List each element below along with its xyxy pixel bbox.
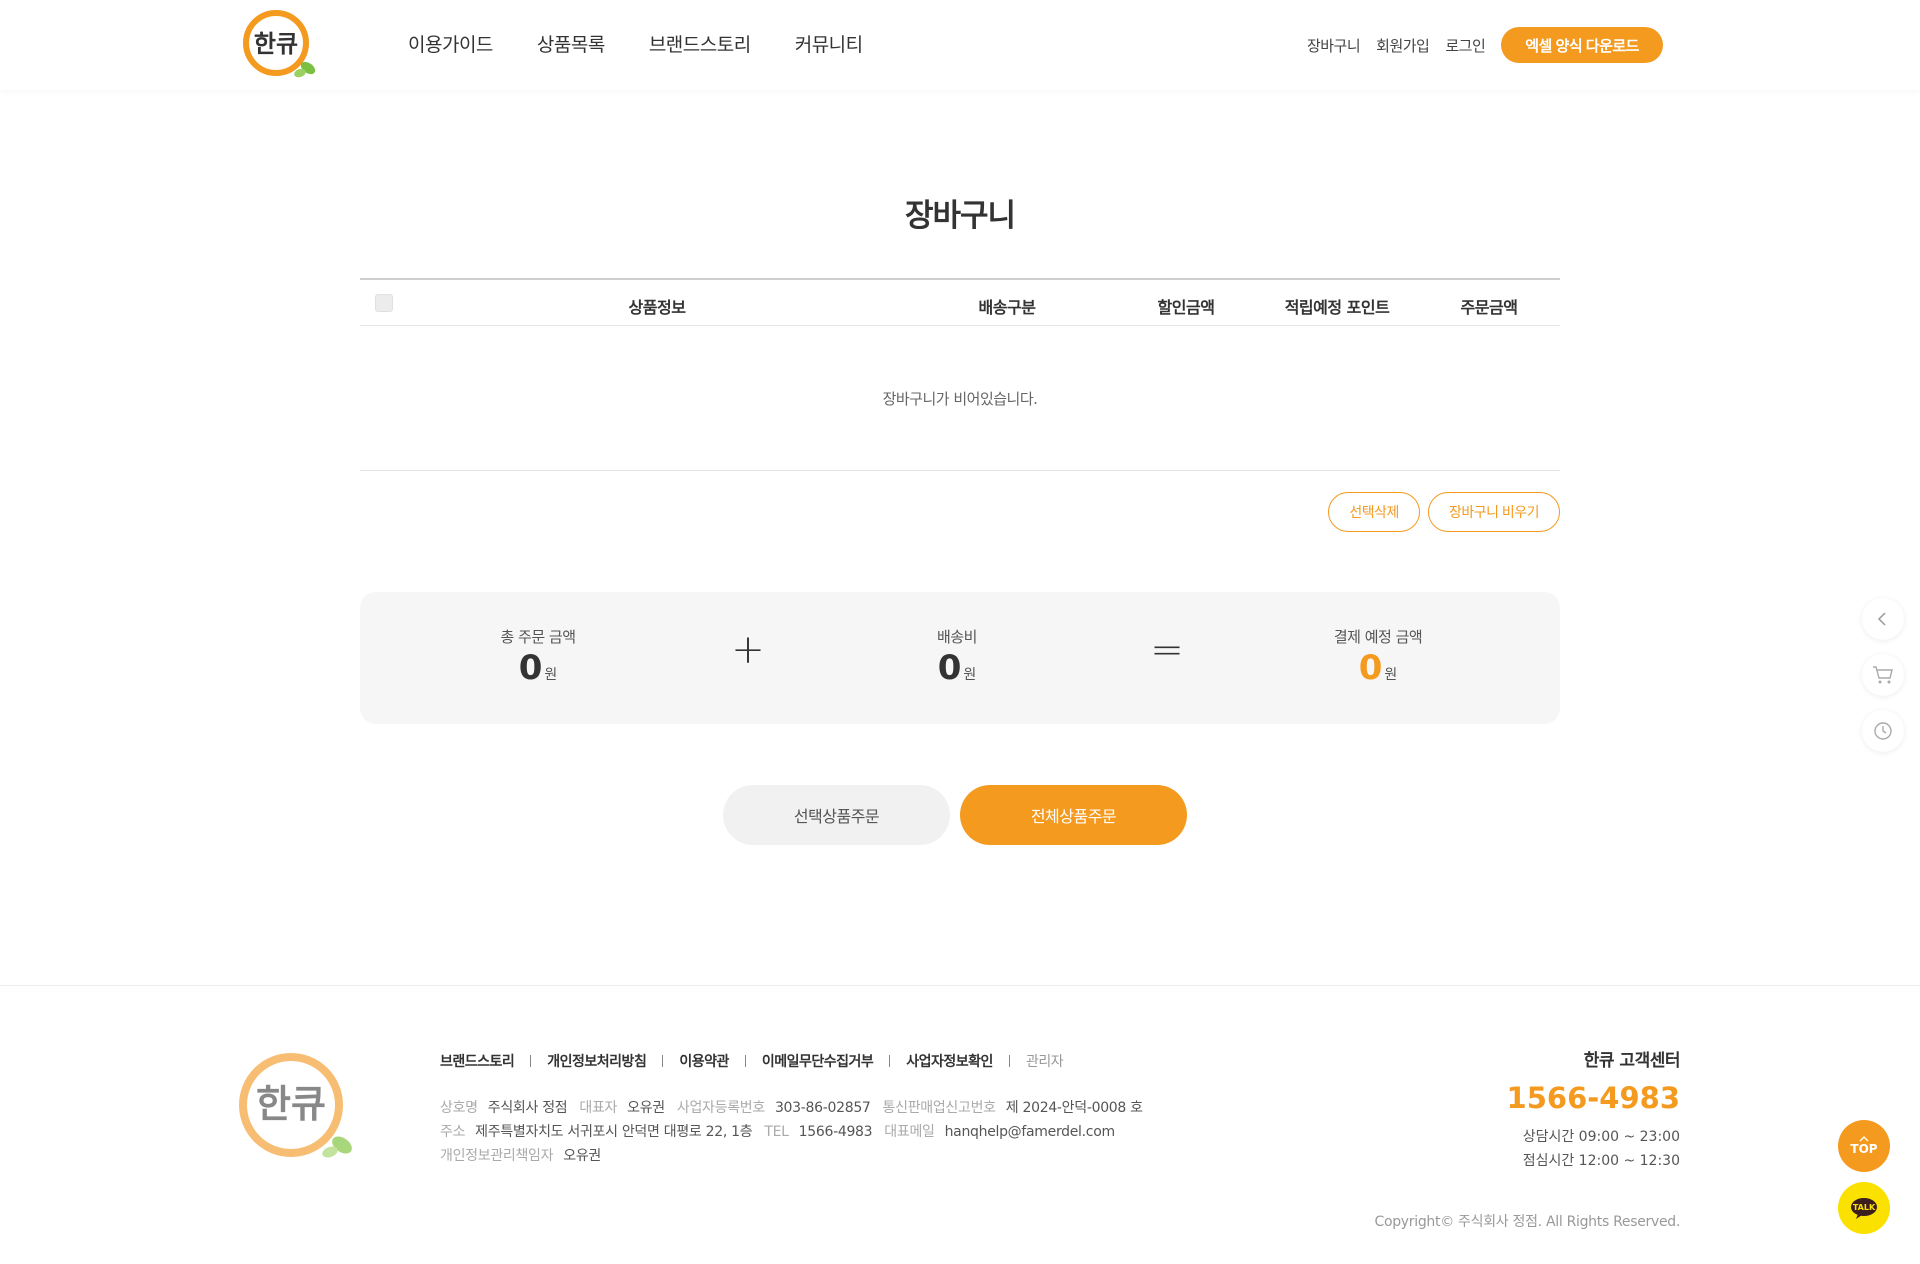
cs-phone: 1566-4983 bbox=[1506, 1081, 1680, 1115]
util-cart-link[interactable]: 장바구니 bbox=[1307, 35, 1361, 56]
summary-shipping-unit: 원 bbox=[963, 667, 977, 683]
chevron-left-icon[interactable] bbox=[1862, 598, 1904, 640]
divider bbox=[530, 1055, 532, 1067]
cs-lunch: 점심시간 12:00 ~ 12:30 bbox=[1522, 1153, 1680, 1169]
summary-payment-label: 결제 예정 금액 bbox=[1333, 628, 1423, 646]
order-buttons: 선택상품주문 전체상품주문 bbox=[723, 785, 1187, 845]
footer-link-brand-story[interactable]: 브랜드스토리 bbox=[440, 1051, 515, 1071]
delete-selected-button[interactable]: 선택삭제 bbox=[1328, 492, 1420, 532]
info-tel: 1566-4983 bbox=[798, 1124, 873, 1140]
svg-text:TALK: TALK bbox=[1853, 1203, 1876, 1212]
info-label: 주소 bbox=[440, 1124, 466, 1140]
summary-shipping-label: 배송비 bbox=[937, 628, 977, 646]
footer-link-terms[interactable]: 이용약관 bbox=[679, 1051, 729, 1071]
util-join-link[interactable]: 회원가입 bbox=[1376, 35, 1430, 56]
excel-download-button[interactable]: 엑셀 양식 다운로드 bbox=[1501, 27, 1663, 63]
info-label: 대표자 bbox=[579, 1100, 618, 1116]
util-login-link[interactable]: 로그인 bbox=[1445, 35, 1485, 56]
cart-icon[interactable] bbox=[1862, 654, 1904, 696]
summary-total-unit: 원 bbox=[544, 667, 558, 683]
divider bbox=[1008, 1055, 1010, 1067]
col-shipping: 배송구분 bbox=[978, 298, 1036, 317]
info-label: 통신판매업신고번호 bbox=[882, 1100, 997, 1116]
info-email: hanqhelp@famerdel.com bbox=[944, 1124, 1115, 1140]
page-title: 장바구니 bbox=[904, 198, 1016, 234]
site-header: 한큐 이용가이드 상품목록 브랜드스토리 커뮤니티 장바구니 회원가입 로그인 … bbox=[0, 0, 1920, 90]
divider bbox=[889, 1055, 891, 1067]
summary-payment-value: 0 bbox=[1358, 648, 1383, 688]
summary-total: 총 주문 금액 0 원 bbox=[500, 626, 576, 688]
info-ceo: 오유권 bbox=[627, 1100, 665, 1116]
col-points: 적립예정 포인트 bbox=[1284, 298, 1390, 317]
summary-shipping: 배송비 0 원 bbox=[937, 626, 977, 685]
cs-hours: 상담시간 09:00 ~ 23:00 bbox=[1522, 1129, 1680, 1145]
plus-sign: + bbox=[731, 627, 765, 673]
empty-cart-button[interactable]: 장바구니 비우기 bbox=[1427, 492, 1560, 532]
col-product-info: 상품정보 bbox=[628, 298, 686, 317]
divider bbox=[744, 1055, 746, 1067]
footer-company-info: 상호명 주식회사 정점 대표자 오유권 사업자등록번호 303-86-02857 통신… bbox=[440, 1096, 1145, 1168]
order-all-button[interactable]: 전체상품주문 bbox=[960, 785, 1187, 845]
history-icon[interactable] bbox=[1862, 710, 1904, 752]
cart-table-header: 상품정보 배송구분 할인금액 적립예정 포인트 주문금액 bbox=[360, 278, 1560, 326]
kakao-talk-icon: TALK bbox=[1851, 1198, 1877, 1219]
scroll-top-label: TOP bbox=[1850, 1142, 1878, 1156]
order-summary: 총 주문 금액 0 원 + 배송비 0 원 = 결제 예정 금액 0 원 bbox=[360, 592, 1560, 724]
summary-payment-unit: 원 bbox=[1384, 667, 1398, 683]
footer-link-admin[interactable]: 관리자 bbox=[1026, 1051, 1064, 1071]
col-discount: 할인금액 bbox=[1157, 298, 1215, 317]
site-footer: 한큐 브랜드스토리 개인정보처리방침 이용약관 이메일무단수집거부 사업자정보확… bbox=[0, 985, 1920, 1264]
info-label: 상호명 bbox=[440, 1100, 478, 1116]
footer-link-privacy[interactable]: 개인정보처리방침 bbox=[547, 1051, 647, 1071]
svg-text:한큐: 한큐 bbox=[254, 30, 298, 58]
cs-title: 한큐 고객센터 bbox=[1583, 1051, 1681, 1071]
divider bbox=[662, 1055, 664, 1067]
scroll-top-button[interactable]: TOP bbox=[1838, 1120, 1890, 1172]
cart-actions: 선택삭제 장바구니 비우기 bbox=[1328, 492, 1560, 532]
quick-menu bbox=[1862, 598, 1904, 752]
info-company: 주식회사 정점 bbox=[487, 1100, 568, 1116]
order-selected-button[interactable]: 선택상품주문 bbox=[723, 785, 950, 845]
footer-link-biz-info[interactable]: 사업자정보확인 bbox=[906, 1051, 993, 1071]
footer-logo: 한큐 bbox=[238, 1051, 360, 1163]
cart-table: 상품정보 배송구분 할인금액 적립예정 포인트 주문금액 장바구니가 비어있습니… bbox=[360, 278, 1560, 471]
info-mailorder: 제 2024-안덕-0008 호 bbox=[1005, 1100, 1143, 1116]
nav-products[interactable]: 상품목록 bbox=[537, 30, 605, 57]
info-label: TEL bbox=[764, 1124, 789, 1140]
main-nav: 이용가이드 상품목록 브랜드스토리 커뮤니티 bbox=[408, 30, 863, 57]
info-label: 개인정보관리책임자 bbox=[440, 1148, 554, 1164]
nav-guide[interactable]: 이용가이드 bbox=[408, 30, 493, 57]
footer-link-email-refuse[interactable]: 이메일무단수집거부 bbox=[762, 1051, 874, 1071]
info-label: 사업자등록번호 bbox=[676, 1100, 765, 1116]
col-order-amount: 주문금액 bbox=[1460, 298, 1518, 317]
info-address: 제주특별자치도 서귀포시 안덕면 대평로 22, 1층 bbox=[475, 1124, 753, 1140]
summary-total-value: 0 bbox=[518, 648, 543, 688]
svg-text:한큐: 한큐 bbox=[256, 1082, 326, 1126]
brand-logo[interactable]: 한큐 bbox=[240, 8, 320, 82]
info-label: 대표메일 bbox=[884, 1124, 935, 1140]
utility-menu: 장바구니 회원가입 로그인 엑셀 양식 다운로드 bbox=[1307, 27, 1663, 63]
customer-center: 한큐 고객센터 1566-4983 상담시간 09:00 ~ 23:00 점심시… bbox=[1506, 1046, 1681, 1173]
summary-total-label: 총 주문 금액 bbox=[500, 628, 576, 646]
nav-community[interactable]: 커뮤니티 bbox=[795, 30, 863, 57]
kakao-talk-button[interactable]: TALK bbox=[1838, 1182, 1890, 1234]
equals-sign: = bbox=[1150, 627, 1184, 673]
cart-empty-message: 장바구니가 비어있습니다. bbox=[360, 326, 1560, 471]
summary-payment: 결제 예정 금액 0 원 bbox=[1333, 626, 1423, 688]
footer-links: 브랜드스토리 개인정보처리방침 이용약관 이메일무단수집거부 사업자정보확인 관… bbox=[440, 1051, 1064, 1071]
select-all-checkbox[interactable] bbox=[375, 294, 393, 312]
info-privacy-officer: 오유권 bbox=[563, 1148, 601, 1164]
info-bizno: 303-86-02857 bbox=[774, 1100, 871, 1116]
copyright: Copyright© 주식회사 정점. All Rights Reserved. bbox=[1374, 1214, 1680, 1230]
nav-brand-story[interactable]: 브랜드스토리 bbox=[649, 30, 751, 57]
summary-shipping-value: 0 bbox=[937, 648, 962, 688]
